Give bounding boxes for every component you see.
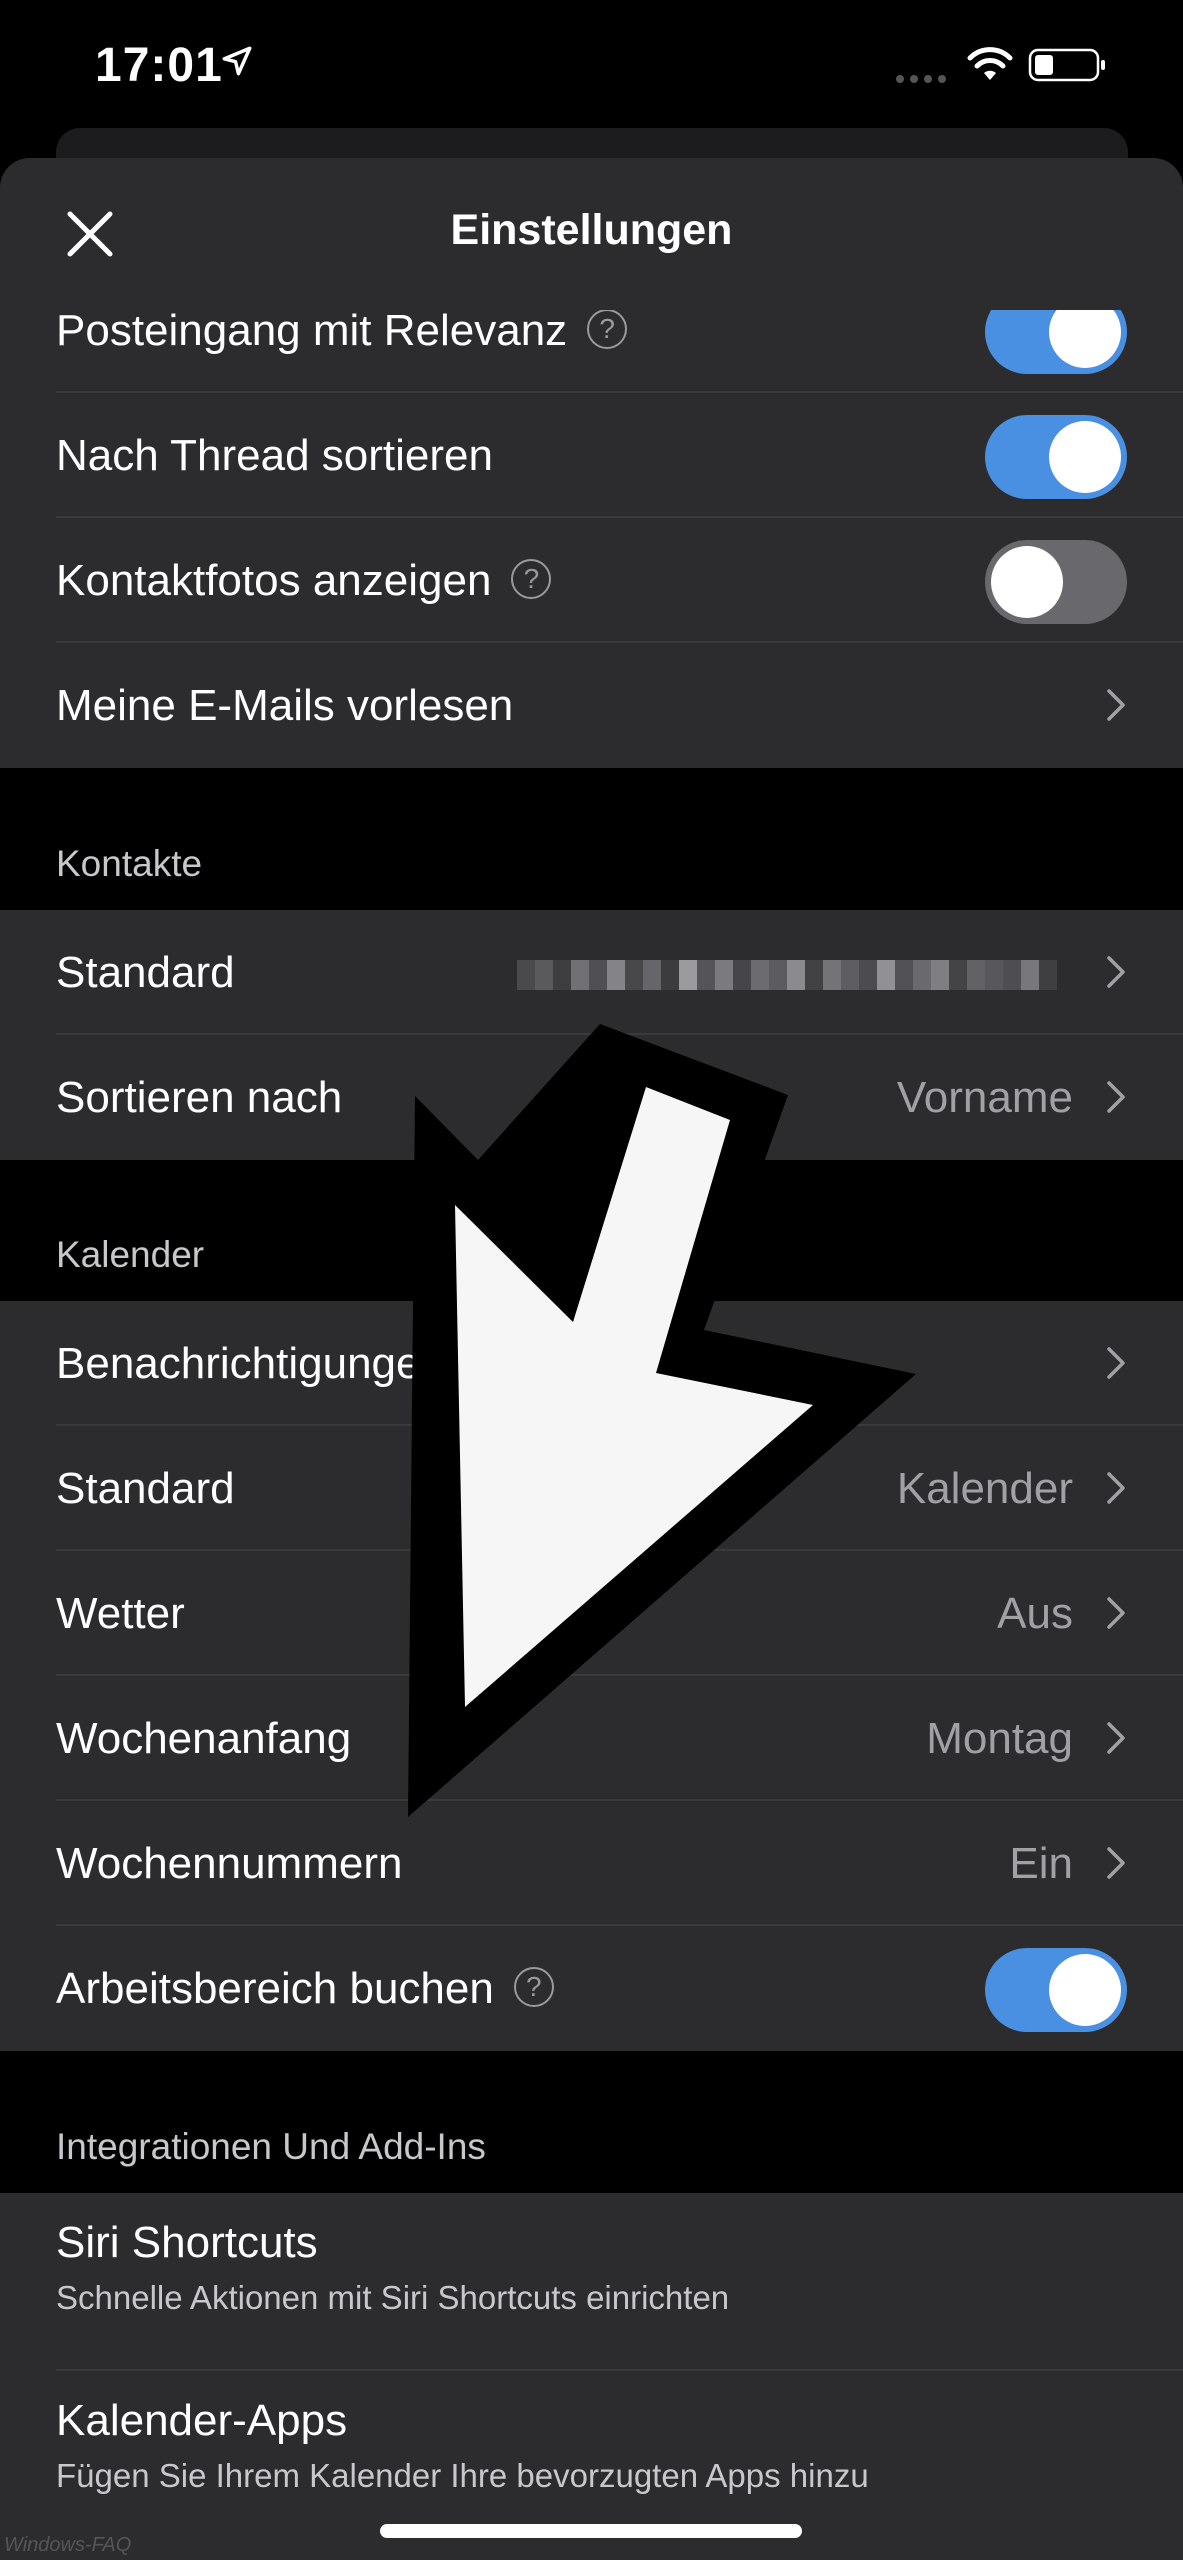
row-label: Wetter — [56, 1589, 185, 1638]
settings-header: Einstellungen — [0, 158, 1183, 310]
chevron-right-icon — [1107, 689, 1125, 721]
location-arrow-icon — [222, 46, 252, 76]
toggle-arbeitsbereich-buchen[interactable] — [985, 1948, 1127, 2032]
settings-sheet: Einstellungen Posteingang mit Relevanz? … — [0, 158, 1183, 2560]
row-wochenanfang[interactable]: Wochenanfang Montag — [0, 1676, 1183, 1801]
watermark: Windows-FAQ — [4, 2534, 132, 2556]
row-label: Sortieren nach — [56, 1073, 343, 1122]
chevron-right-icon — [1107, 1722, 1125, 1754]
row-value: Ein — [1009, 1839, 1073, 1888]
row-wetter[interactable]: Wetter Aus — [0, 1551, 1183, 1676]
row-label: Standard — [56, 948, 235, 997]
status-bar: 17:01 — [0, 0, 1183, 130]
row-kalender-apps[interactable]: Kalender-Apps Fügen Sie Ihrem Kalender I… — [0, 2371, 1183, 2549]
row-sublabel: Fügen Sie Ihrem Kalender Ihre bevorzugte… — [56, 2457, 869, 2494]
section-header-kalender: Kalender — [56, 1234, 205, 1275]
toggle-nach-thread-sortieren[interactable] — [985, 415, 1127, 499]
row-benachrichtigungen[interactable]: Benachrichtigungen — [0, 1301, 1183, 1426]
chevron-right-icon — [1107, 1347, 1125, 1379]
home-indicator[interactable] — [380, 2524, 802, 2538]
chevron-right-icon — [1107, 1597, 1125, 1629]
row-value: Montag — [926, 1714, 1073, 1763]
row-value: Aus — [997, 1589, 1073, 1638]
row-label: Standard — [56, 1464, 235, 1513]
row-label: Benachrichtigungen — [56, 1339, 445, 1388]
row-label: Nach Thread sortieren — [56, 431, 493, 480]
row-kontaktfotos-anzeigen: Kontaktfotos anzeigen? — [0, 518, 1183, 643]
help-icon[interactable]: ? — [587, 309, 628, 350]
toggle-knob — [1049, 421, 1121, 493]
section-header-kontakte: Kontakte — [56, 843, 203, 884]
redacted-email-value — [517, 960, 1073, 990]
toggle-knob — [1049, 1954, 1121, 2026]
help-icon[interactable]: ? — [511, 559, 552, 600]
help-icon[interactable]: ? — [513, 1967, 554, 2008]
row-label: Kalender-Apps — [56, 2396, 348, 2445]
row-label: Posteingang mit Relevanz — [56, 306, 568, 355]
battery-icon — [1028, 48, 1105, 82]
chevron-right-icon — [1107, 956, 1125, 988]
cellular-signal-icon — [896, 75, 946, 83]
row-kontakte-standard[interactable]: Standard — [0, 910, 1183, 1035]
integrations-settings-group: Siri Shortcuts Schnelle Aktionen mit Sir… — [0, 2193, 1183, 2560]
row-sortieren-nach[interactable]: Sortieren nach Vorname — [0, 1035, 1183, 1160]
row-value: Kalender — [896, 1464, 1073, 1513]
row-label: Wochennummern — [56, 1839, 403, 1888]
contacts-settings-group: Standard Sortieren nach Vorname — [0, 910, 1183, 1160]
row-siri-shortcuts[interactable]: Siri Shortcuts Schnelle Aktionen mit Sir… — [0, 2193, 1183, 2371]
toggle-kontaktfotos-anzeigen[interactable] — [985, 540, 1127, 624]
row-arbeitsbereich-buchen: Arbeitsbereich buchen? — [0, 1926, 1183, 2051]
wifi-icon — [967, 47, 1013, 80]
row-meine-emails-vorlesen[interactable]: Meine E-Mails vorlesen — [0, 643, 1183, 768]
section-header-integrationen: Integrationen Und Add-Ins — [56, 2126, 486, 2167]
status-time: 17:01 — [95, 39, 223, 92]
chevron-right-icon — [1107, 1847, 1125, 1879]
row-wochennummern[interactable]: Wochennummern Ein — [0, 1801, 1183, 1926]
row-label: Meine E-Mails vorlesen — [56, 681, 514, 730]
row-label: Wochenanfang — [56, 1714, 352, 1763]
row-sublabel: Schnelle Aktionen mit Siri Shortcuts ein… — [56, 2279, 730, 2316]
row-value: Vorname — [896, 1073, 1073, 1122]
row-nach-thread-sortieren: Nach Thread sortieren — [0, 393, 1183, 518]
calendar-settings-group: Benachrichtigungen Standard Kalender Wet… — [0, 1301, 1183, 2051]
chevron-right-icon — [1107, 1472, 1125, 1504]
chevron-right-icon — [1107, 1081, 1125, 1113]
page-title: Einstellungen — [450, 206, 733, 254]
row-kalender-standard[interactable]: Standard Kalender — [0, 1426, 1183, 1551]
row-label: Siri Shortcuts — [56, 2218, 318, 2267]
row-label: Arbeitsbereich buchen — [56, 1964, 494, 2013]
row-label: Kontaktfotos anzeigen — [56, 556, 492, 605]
toggle-knob — [991, 546, 1063, 618]
